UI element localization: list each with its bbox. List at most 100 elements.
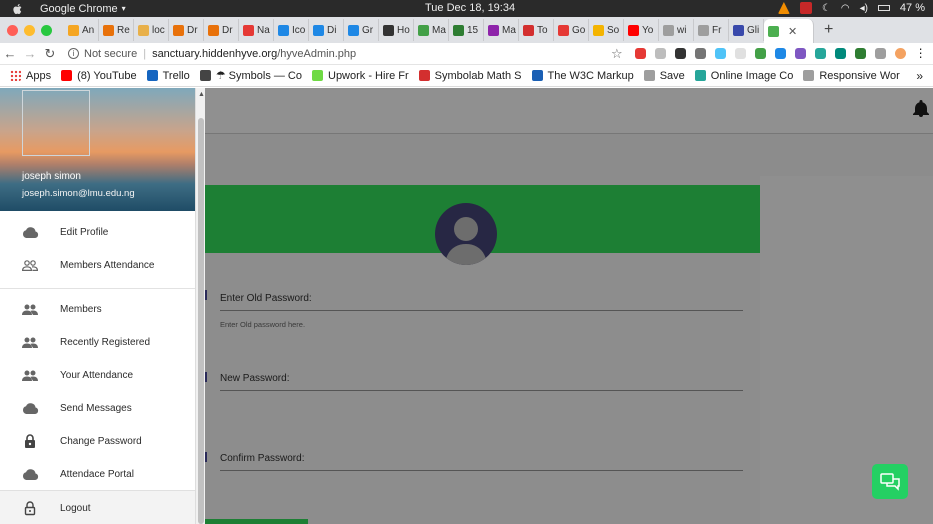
scrollbar-thumb[interactable] — [198, 118, 204, 524]
tab-active[interactable]: ✕ — [764, 19, 814, 43]
favicon-icon — [383, 24, 394, 36]
bookmark-favicon-icon — [694, 70, 706, 81]
extension-icon[interactable] — [854, 48, 866, 59]
browser-tab[interactable]: Fr — [694, 19, 729, 41]
browser-tab[interactable]: Ma — [414, 19, 449, 41]
bookmark-item[interactable]: Online Image Co — [694, 70, 793, 82]
apple-icon[interactable] — [12, 3, 24, 15]
drawer-item-attendace-portal[interactable]: Attendace Portal — [0, 458, 197, 491]
volume-icon[interactable]: ◂) — [860, 3, 868, 14]
drawer-item-your-attendance[interactable]: Your Attendance — [0, 359, 197, 392]
extension-icon[interactable] — [834, 48, 846, 59]
favicon-icon — [138, 24, 149, 36]
browser-tab[interactable]: Yo — [624, 19, 659, 41]
drawer-item-edit-profile[interactable]: Edit Profile — [0, 216, 197, 249]
browser-tab[interactable]: Ho — [379, 19, 414, 41]
bookmark-star-icon[interactable]: ☆ — [611, 46, 623, 62]
browser-tab[interactable]: Go — [554, 19, 589, 41]
drawer-item-members[interactable]: Members — [0, 293, 197, 326]
chevron-down-icon[interactable]: ▾ — [122, 4, 126, 13]
extension-icon[interactable] — [674, 48, 686, 59]
bookmark-item[interactable]: ☂ Symbols — Co — [199, 69, 302, 82]
menu-clock[interactable]: Tue Dec 18, 19:34 — [425, 2, 515, 14]
browser-tab[interactable]: An — [64, 19, 99, 41]
favicon-icon — [593, 24, 604, 36]
bookmark-item[interactable]: Save — [643, 70, 685, 82]
more-bookmarks-icon[interactable]: » — [916, 69, 923, 83]
browser-tab[interactable]: loc — [134, 19, 169, 41]
bookmark-item[interactable]: Apps — [10, 70, 51, 82]
bookmark-item[interactable]: Trello — [146, 70, 190, 82]
new-password-label: New Password: — [220, 373, 290, 384]
extension-icon[interactable] — [774, 48, 786, 59]
browser-tab[interactable]: Gli — [729, 19, 764, 41]
drawer-item-members-attendance[interactable]: Members Attendance — [0, 249, 197, 282]
cloud-icon — [21, 468, 39, 482]
tab-title: To — [537, 24, 548, 36]
extension-icon[interactable] — [634, 48, 646, 59]
close-window-button[interactable] — [7, 24, 18, 36]
address-bar[interactable]: i Not secure | sanctuary.hiddenhyve.org … — [68, 44, 603, 64]
bookmark-item[interactable]: Responsive Wor — [803, 70, 900, 82]
browser-tab[interactable]: So — [589, 19, 624, 41]
extension-icon[interactable] — [874, 48, 886, 59]
browser-tab[interactable]: Ico — [274, 19, 309, 41]
browser-tab[interactable]: Na — [239, 19, 274, 41]
bookmark-item[interactable]: The W3C Markup — [531, 70, 634, 82]
extension-icon[interactable] — [734, 48, 746, 59]
new-password-field[interactable]: New Password: — [220, 373, 743, 391]
confirm-password-field[interactable]: Confirm Password: — [220, 453, 743, 471]
moon-icon[interactable]: ☾ — [822, 3, 831, 14]
browser-tab[interactable]: wi — [659, 19, 694, 41]
extension-icon[interactable] — [714, 48, 726, 59]
favicon-icon — [523, 24, 534, 36]
bookmark-item[interactable]: Upwork - Hire Fr — [312, 70, 409, 82]
close-tab-icon[interactable]: ✕ — [788, 25, 797, 38]
browser-tab[interactable]: To — [519, 19, 554, 41]
old-password-field[interactable]: Enter Old Password: Enter Old password h… — [220, 293, 743, 329]
back-button[interactable]: ← — [0, 46, 20, 61]
scroll-up-arrow[interactable]: ▲ — [198, 91, 205, 98]
drawer-item-label: Edit Profile — [60, 227, 109, 238]
extension-icon[interactable] — [754, 48, 766, 59]
extension-icon[interactable] — [694, 48, 706, 59]
bookmark-favicon-icon — [643, 70, 655, 81]
browser-tab[interactable]: Re — [99, 19, 134, 41]
minimize-window-button[interactable] — [24, 24, 35, 36]
drawer-item-logout[interactable]: Logout — [0, 491, 197, 524]
maximize-window-button[interactable] — [41, 24, 52, 36]
drawer-item-change-password[interactable]: Change Password — [0, 425, 197, 458]
vlc-icon[interactable] — [777, 2, 790, 14]
forward-button[interactable]: → — [20, 46, 40, 61]
info-icon[interactable]: i — [68, 48, 79, 59]
wifi-icon[interactable]: ◠ — [841, 3, 850, 14]
profile-avatar[interactable] — [894, 48, 906, 59]
bookmark-item[interactable]: (8) YouTube — [61, 70, 137, 82]
bookmark-item[interactable]: Symbolab Math S — [418, 70, 522, 82]
browser-tab[interactable]: 15 — [449, 19, 484, 41]
drawer-item-recently-registered[interactable]: Recently Registered — [0, 326, 197, 359]
browser-tab[interactable]: Di — [309, 19, 344, 41]
bell-icon[interactable] — [913, 100, 929, 118]
drawer-user-name: joseph simon — [22, 171, 81, 182]
extension-icon[interactable] — [654, 48, 666, 59]
bookmark-favicon-icon — [61, 70, 73, 81]
drawer-item-send-messages[interactable]: Send Messages — [0, 392, 197, 425]
extension-icon[interactable] — [814, 48, 826, 59]
browser-tab[interactable]: Gr — [344, 19, 379, 41]
app-name-menu[interactable]: Google Chrome — [40, 3, 118, 15]
new-tab-button[interactable]: + — [824, 21, 833, 39]
submit-button[interactable] — [205, 519, 308, 524]
tab-title: Ho — [397, 24, 410, 36]
browser-tab[interactable]: Dr — [169, 19, 204, 41]
chat-button[interactable] — [872, 464, 908, 499]
reload-button[interactable]: ↻ — [40, 46, 60, 62]
battery-icon[interactable] — [877, 5, 890, 11]
app-status-icon[interactable] — [799, 2, 812, 14]
bookmark-favicon-icon — [531, 70, 543, 81]
browser-tab[interactable]: Dr — [204, 19, 239, 41]
menu-dots-icon[interactable]: ⋮ — [915, 47, 927, 59]
browser-tab[interactable]: Ma — [484, 19, 519, 41]
drawer-scrollbar[interactable]: ▲ — [195, 88, 205, 524]
extension-icon[interactable] — [794, 48, 806, 59]
